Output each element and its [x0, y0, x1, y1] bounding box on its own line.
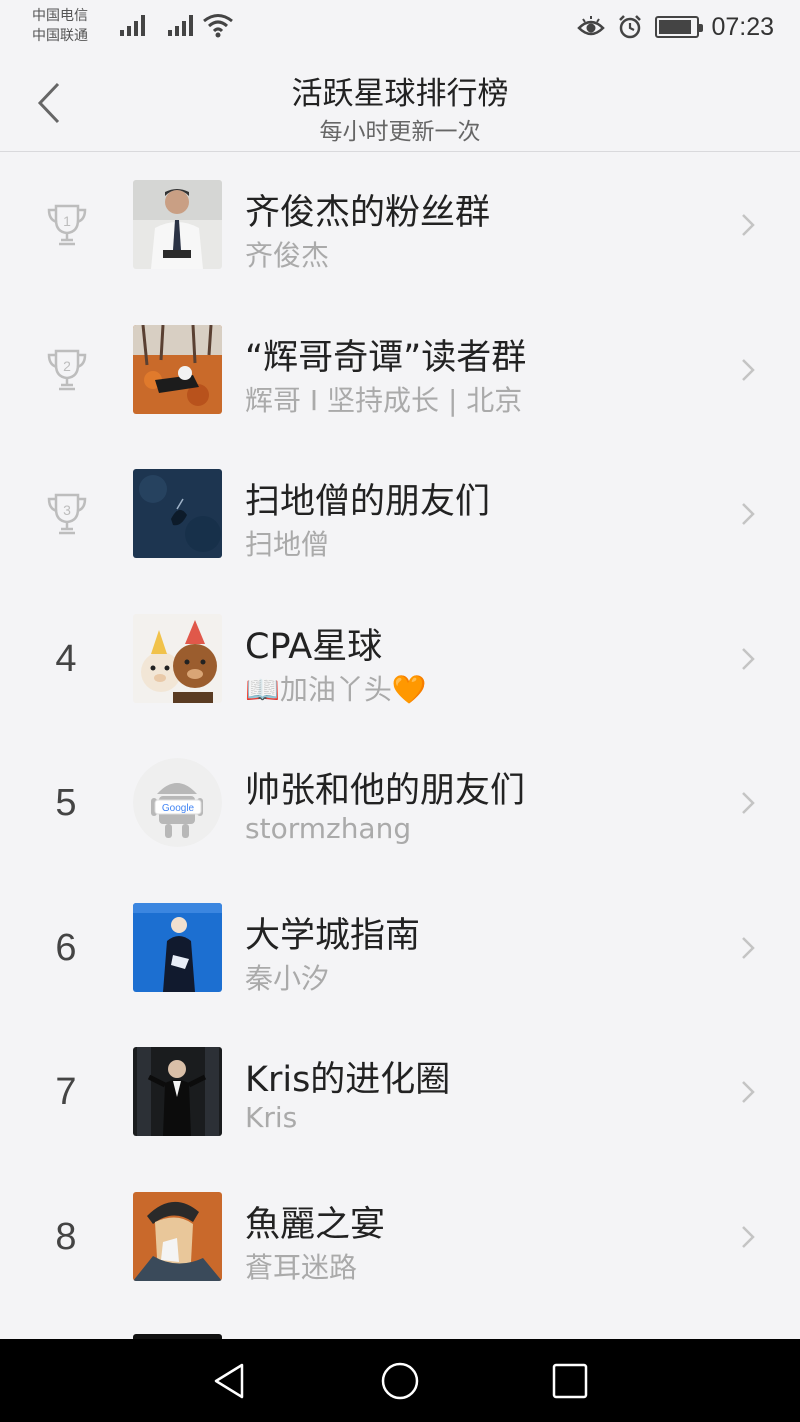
eye-icon — [577, 16, 606, 36]
group-name: Kris的进化圈 — [245, 1060, 451, 1100]
list-item[interactable]: 1 齐俊杰的粉丝群 齐俊杰 — [0, 152, 800, 297]
avatar — [133, 469, 222, 558]
chevron-right-icon — [742, 647, 755, 670]
group-owner: 扫地僧 — [245, 528, 330, 561]
clock: 07:23 — [711, 12, 774, 41]
avatar — [133, 180, 222, 269]
chevron-right-icon — [742, 792, 755, 814]
signal-icon — [168, 14, 193, 36]
battery-fill — [659, 20, 692, 34]
chevron-right-icon — [742, 503, 755, 525]
trophy-icon: 3 — [47, 493, 87, 535]
list-item[interactable]: 2 “辉哥奇谭”读者群 辉哥 I 坚持成长 | 北京 — [0, 297, 800, 442]
app-header: 活跃星球排行榜 每小时更新一次 — [0, 54, 800, 152]
battery-icon — [655, 16, 704, 38]
avatar — [133, 902, 222, 992]
trophy-rank: 2 — [63, 358, 71, 374]
group-owner: 秦小汐 — [245, 961, 330, 995]
alarm-icon — [619, 15, 642, 39]
group-name: CPA星球 — [245, 626, 383, 667]
rank-number: 4 — [55, 637, 77, 680]
avatar-logo-text: Google — [162, 803, 195, 814]
signal-icon — [120, 14, 145, 36]
carrier-1: 中国电信 — [32, 8, 88, 24]
group-owner: 蒼耳迷路 — [245, 1250, 358, 1284]
page-title: 活跃星球排行榜 — [291, 76, 509, 112]
group-name: “辉哥奇谭”读者群 — [245, 337, 527, 378]
avatar — [133, 1047, 222, 1136]
ranking-list: 1 齐俊杰的粉丝群 齐俊杰 2 “辉哥奇谭”读者群 辉哥 I 坚持成长 | 北京… — [0, 152, 800, 1340]
group-name: 大学城指南 — [245, 915, 421, 956]
trophy-rank: 3 — [63, 502, 71, 518]
chevron-right-icon — [742, 936, 755, 959]
avatar: Google — [133, 758, 222, 847]
group-name: 魚麗之宴 — [245, 1204, 386, 1245]
chevron-right-icon — [742, 1225, 755, 1248]
group-owner: 辉哥 I 坚持成长 | 北京 — [245, 383, 523, 417]
page-subtitle: 每小时更新一次 — [319, 119, 481, 145]
list-item[interactable]: 3 扫地僧的朋友们 扫地僧 — [0, 441, 800, 586]
group-owner: Kris — [245, 1101, 298, 1134]
rank-number: 6 — [55, 926, 77, 969]
wifi-icon — [203, 14, 233, 38]
group-name: 帅张和他的朋友们 — [245, 771, 526, 811]
chevron-right-icon — [742, 1081, 755, 1103]
list-item[interactable]: 4 CPA星球 📖加油丫头🧡 — [0, 586, 800, 731]
status-bar: 中国电信 中国联通 07:23 — [0, 0, 800, 54]
recents-square-icon[interactable] — [548, 1359, 592, 1403]
list-item[interactable]: 5 Google 帅张和他的朋友们 stormzhang — [0, 730, 800, 875]
home-circle-icon[interactable] — [378, 1359, 422, 1403]
group-owner: 齐俊杰 — [245, 239, 330, 272]
avatar — [133, 613, 222, 703]
rank-number: 7 — [55, 1071, 77, 1113]
chevron-right-icon — [742, 358, 755, 381]
rank-number: 8 — [55, 1215, 77, 1258]
status-right: 07:23 — [577, 10, 774, 44]
rank-number: 5 — [55, 782, 77, 824]
carrier-labels: 中国电信 中国联通 — [32, 6, 88, 46]
group-owner: 📖加油丫头🧡 — [245, 672, 427, 706]
list-item[interactable]: 7 Kris的进化圈 Kris — [0, 1019, 800, 1164]
chevron-right-icon — [742, 214, 755, 236]
list-item[interactable]: 6 大学城指南 秦小汐 — [0, 875, 800, 1020]
avatar — [133, 324, 222, 414]
system-nav-bar — [0, 1339, 800, 1422]
avatar — [133, 1191, 222, 1281]
carrier-2: 中国联通 — [32, 28, 88, 44]
list-item[interactable]: 8 魚麗之宴 蒼耳迷路 — [0, 1164, 800, 1309]
trophy-rank: 1 — [63, 213, 71, 229]
group-name: 扫地僧的朋友们 — [245, 482, 491, 522]
group-owner: stormzhang — [245, 812, 412, 845]
trophy-icon: 1 — [47, 204, 87, 246]
group-name: 齐俊杰的粉丝群 — [245, 193, 491, 233]
back-triangle-icon[interactable] — [208, 1359, 252, 1403]
trophy-icon: 2 — [47, 349, 87, 390]
